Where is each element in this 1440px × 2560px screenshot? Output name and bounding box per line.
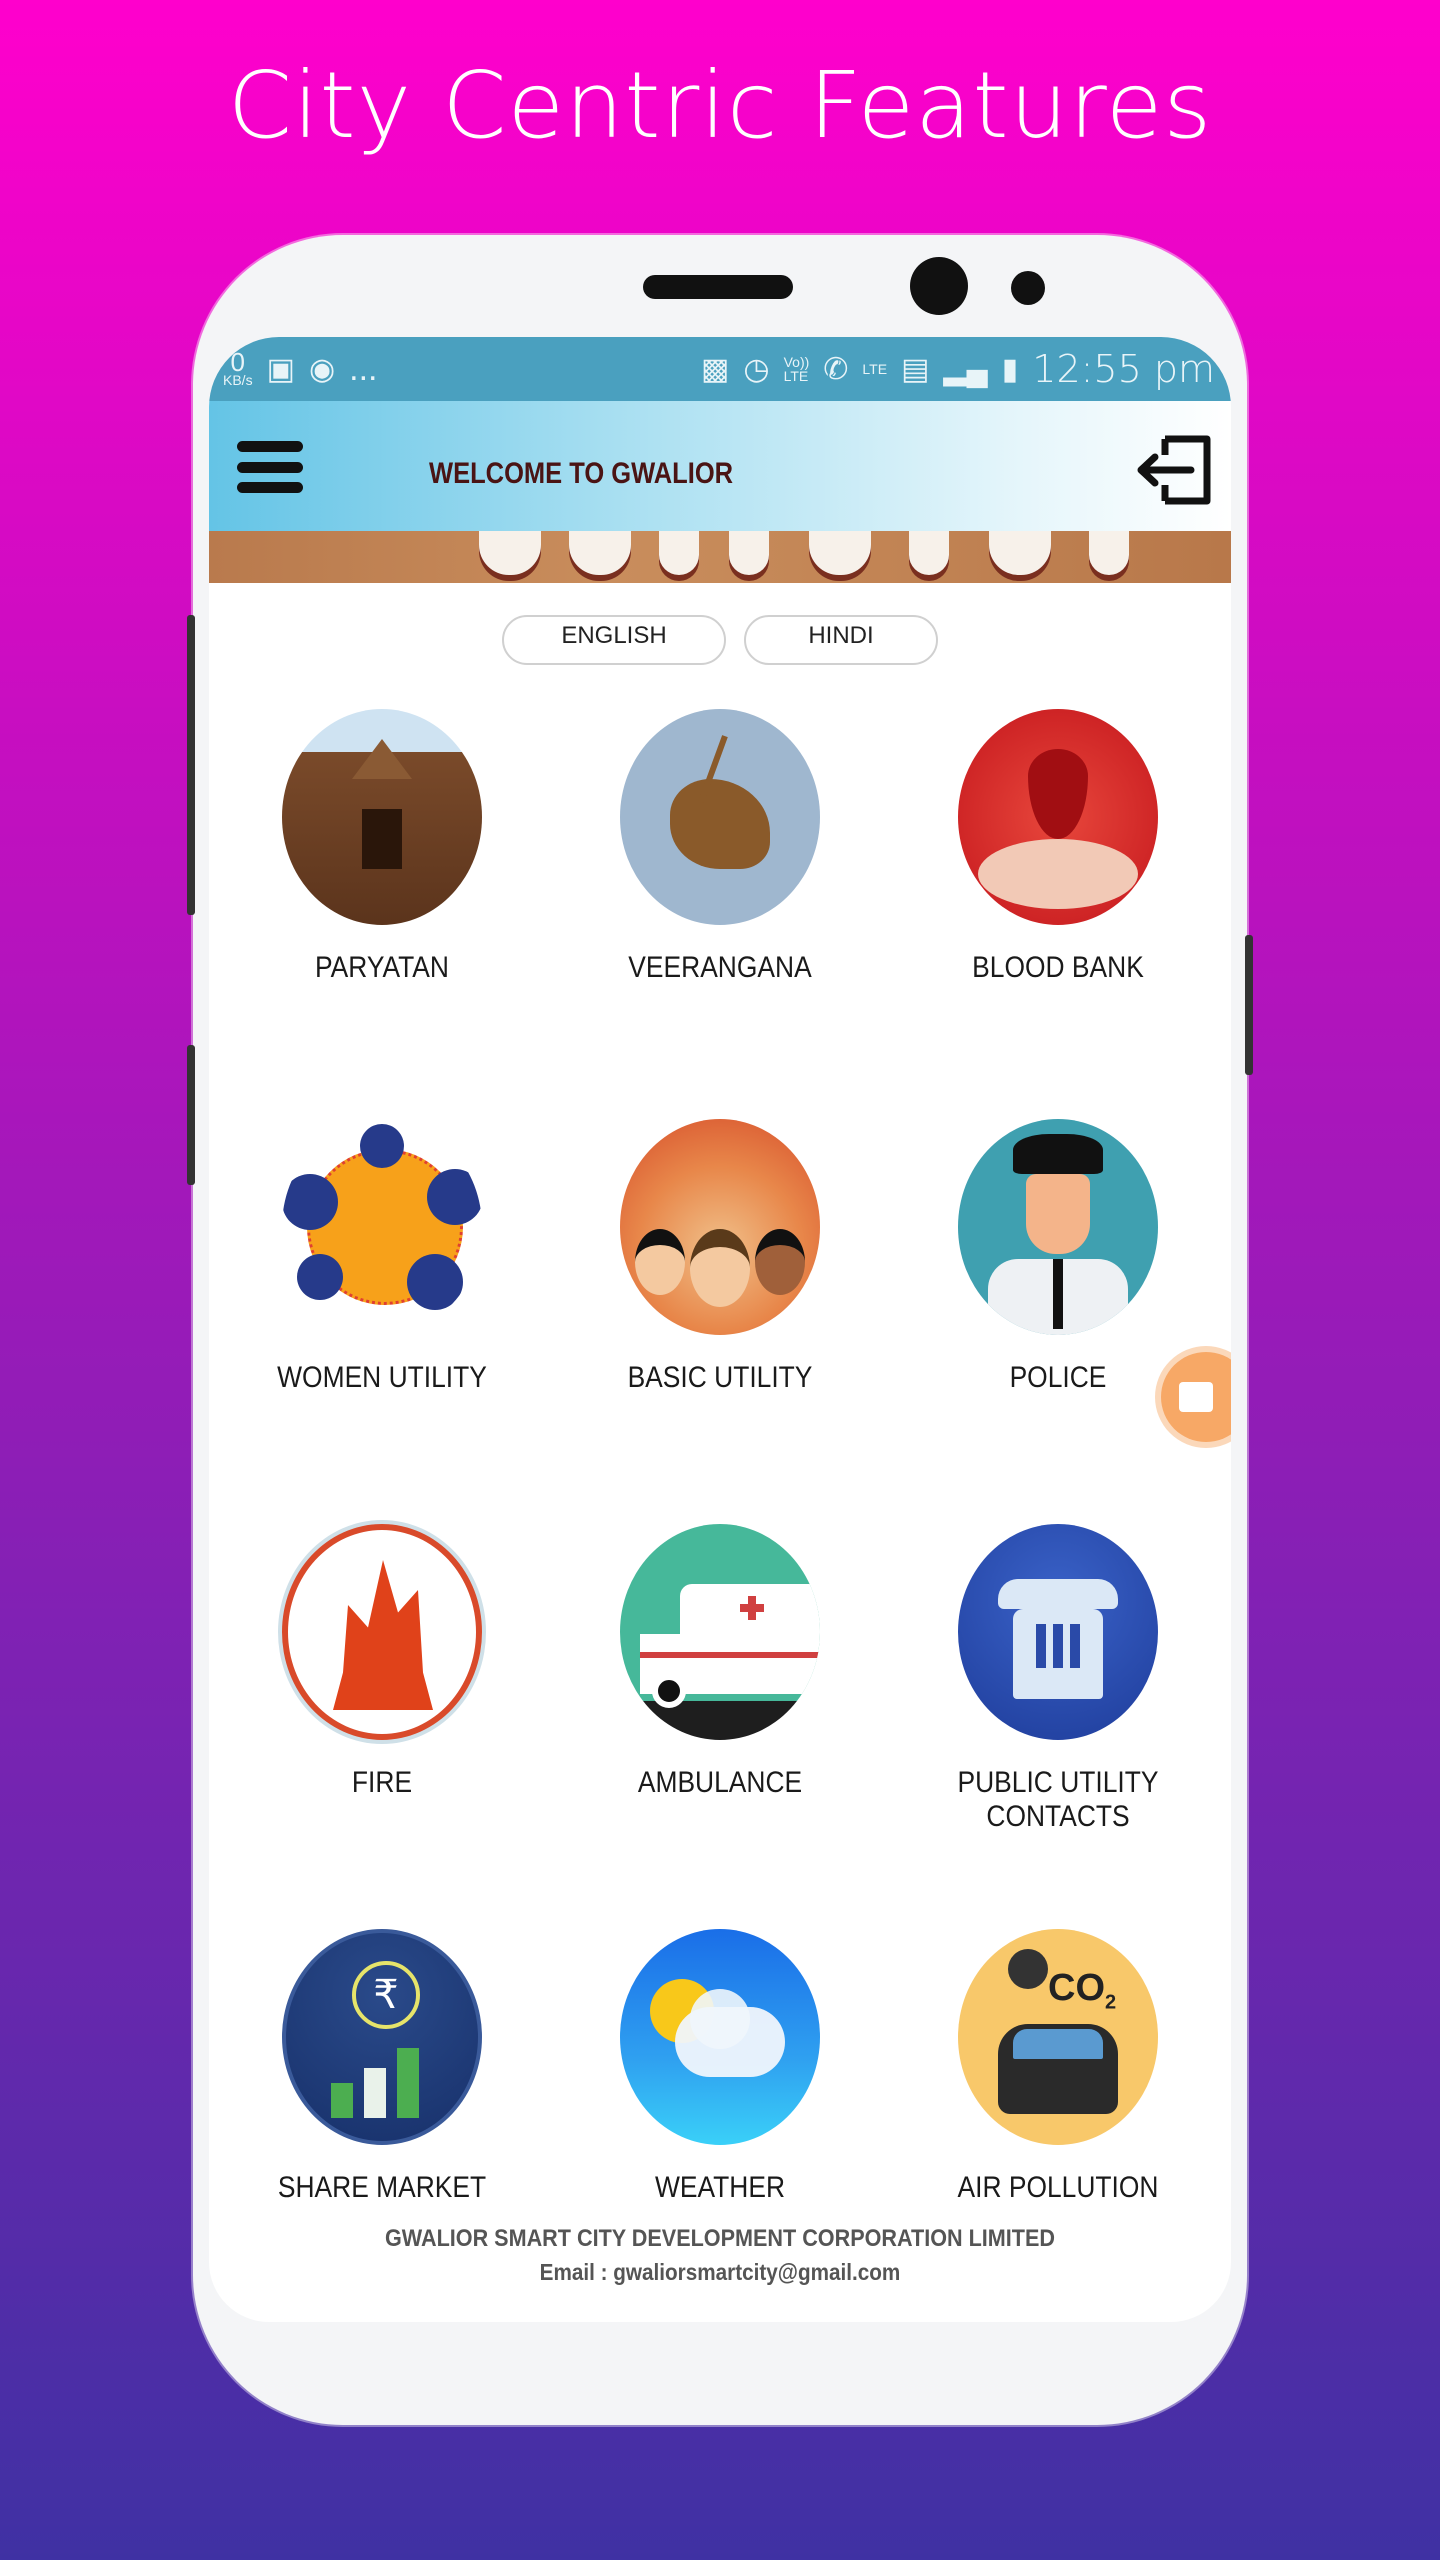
alarm-icon: ◷	[743, 352, 770, 386]
feature-public-utility-contacts[interactable]: PUBLIC UTILITY CONTACTS	[908, 1524, 1208, 1834]
footer-email[interactable]: Email : gwaliorsmartcity@gmail.com	[260, 2259, 1180, 2286]
feature-share-market[interactable]: ₹ SHARE MARKET	[232, 1929, 532, 2205]
app-screen: 0 KB/s ▣ ◉ ... ▩ ◷ Vo)) LTE ✆ LTE ▤ ▂▄ ▮ …	[209, 337, 1231, 2322]
feature-ambulance[interactable]: AMBULANCE	[570, 1524, 870, 1800]
gallery-icon: ▣	[266, 352, 295, 386]
page-title: WELCOME TO GWALIOR	[429, 457, 734, 490]
hindi-button[interactable]: HINDI	[744, 615, 938, 665]
feature-veerangana[interactable]: VEERANGANA	[570, 709, 870, 985]
feature-blood-bank[interactable]: BLOOD BANK	[908, 709, 1208, 985]
crowd-icon	[620, 1119, 820, 1335]
volume-button	[187, 615, 195, 915]
status-bar: 0 KB/s ▣ ◉ ... ▩ ◷ Vo)) LTE ✆ LTE ▤ ▂▄ ▮ …	[209, 337, 1231, 401]
lte-data-icon: LTE	[862, 361, 888, 377]
feature-fire[interactable]: FIRE	[232, 1524, 532, 1800]
logout-icon[interactable]	[1131, 433, 1213, 507]
feature-police[interactable]: POLICE	[908, 1119, 1208, 1395]
phone-frame: 0 KB/s ▣ ◉ ... ▩ ◷ Vo)) LTE ✆ LTE ▤ ▂▄ ▮ …	[187, 235, 1253, 2425]
feature-paryatan[interactable]: PARYATAN	[232, 709, 532, 985]
status-time: 12:55 pm	[1032, 347, 1215, 391]
hamburger-icon[interactable]	[237, 441, 303, 493]
app-bar: WELCOME TO GWALIOR	[209, 401, 1231, 531]
call-icon: ✆	[823, 352, 849, 386]
proximity-sensor	[1011, 271, 1045, 305]
footer: GWALIOR SMART CITY DEVELOPMENT CORPORATI…	[209, 2225, 1231, 2286]
earpiece-speaker	[643, 275, 793, 299]
rupee-chart-icon: ₹	[282, 1929, 482, 2145]
blood-drop-icon	[958, 709, 1158, 925]
video-camera-icon	[1179, 1382, 1213, 1412]
telephone-icon	[958, 1524, 1158, 1740]
temple-icon	[282, 709, 482, 925]
language-selector: ENGLISH HINDI	[209, 615, 1231, 665]
sun-cloud-icon	[620, 1929, 820, 2145]
feature-weather[interactable]: WEATHER	[570, 1929, 870, 2205]
power-button	[1245, 935, 1253, 1075]
police-officer-icon	[958, 1119, 1158, 1335]
feature-air-pollution[interactable]: CO2 AIR POLLUTION	[908, 1929, 1208, 2205]
more-notifications: ...	[349, 349, 378, 388]
bixby-button	[187, 1045, 195, 1185]
city-banner	[209, 531, 1231, 583]
front-camera	[910, 257, 968, 315]
statue-horse-icon	[620, 709, 820, 925]
signal-roaming-icon: ▤	[901, 352, 930, 386]
promo-title: City Centric Features	[227, 52, 1213, 159]
battery-icon: ▮	[1001, 352, 1019, 386]
volte-icon: Vo)) LTE	[783, 354, 810, 384]
signal-icon: ▂▄	[943, 352, 988, 386]
network-speed: 0 KB/s	[223, 347, 253, 388]
feature-basic-utility[interactable]: BASIC UTILITY	[570, 1119, 870, 1395]
feature-women-utility[interactable]: WOMEN UTILITY	[232, 1119, 532, 1395]
fire-icon	[282, 1524, 482, 1740]
english-button[interactable]: ENGLISH	[502, 615, 726, 665]
cast-icon: ▩	[701, 352, 730, 386]
ambulance-icon	[620, 1524, 820, 1740]
car-co2-icon: CO2	[958, 1929, 1158, 2145]
instagram-icon: ◉	[308, 352, 336, 386]
women-utility-icon	[282, 1119, 482, 1335]
footer-org: GWALIOR SMART CITY DEVELOPMENT CORPORATI…	[384, 2225, 1055, 2252]
